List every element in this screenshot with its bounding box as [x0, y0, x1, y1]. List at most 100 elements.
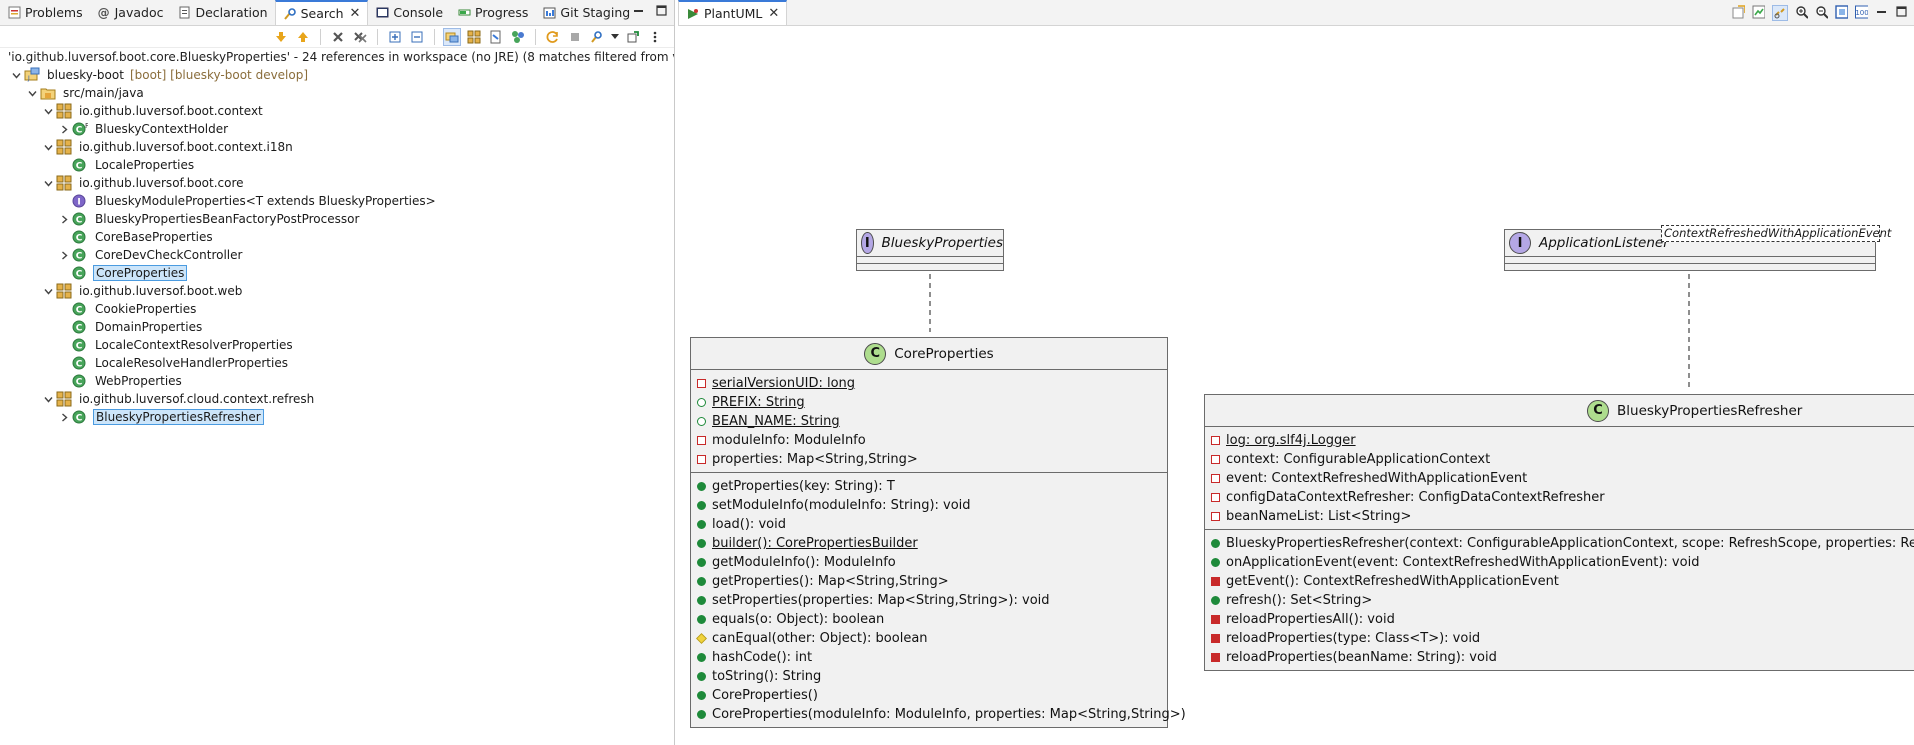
minimize-icon[interactable]	[632, 4, 645, 17]
tree-type-item[interactable]: C LocaleContextResolverProperties	[0, 336, 674, 354]
javadoc-icon: @	[97, 5, 110, 20]
chevron-down-icon[interactable]	[40, 282, 56, 300]
chevron-right-icon[interactable]	[56, 246, 72, 264]
member-text: PREFIX: String	[712, 395, 805, 410]
tree-item-label: io.github.luversof.boot.web	[79, 284, 243, 298]
tab-javadoc[interactable]: @ Javadoc	[90, 0, 171, 25]
right-tab-bar: PlantUML ✕ 100	[678, 0, 1914, 26]
uml-member: hashCode(): int	[691, 648, 1167, 667]
svg-text:I: I	[77, 198, 80, 208]
interface-name: BlueskyProperties	[881, 235, 1003, 251]
tab-progress[interactable]: Progress	[450, 0, 535, 25]
chevron-down-icon[interactable]	[40, 174, 56, 192]
zoom-in-icon[interactable]	[1795, 5, 1808, 19]
uml-interface-bluesky-properties[interactable]: I BlueskyProperties	[856, 229, 1004, 271]
tree-package[interactable]: io.github.luversof.boot.core	[0, 174, 674, 192]
previous-match-icon[interactable]	[294, 28, 312, 46]
tree-type-item[interactable]: C BlueskyPropertiesBeanFactoryPostProcess…	[0, 210, 674, 228]
svg-text:C: C	[76, 360, 83, 370]
collapse-all-icon[interactable]	[408, 28, 426, 46]
maximize-icon[interactable]	[1895, 5, 1908, 18]
member-text: serialVersionUID: long	[712, 376, 856, 391]
refresh-search-icon[interactable]	[544, 28, 562, 46]
chevron-right-icon[interactable]	[56, 120, 72, 138]
tree-package[interactable]: io.github.luversof.cloud.context.refresh	[0, 390, 674, 408]
chevron-down-icon[interactable]	[610, 28, 620, 46]
uml-member: canEqual(other: Object): boolean	[691, 629, 1167, 648]
next-match-icon[interactable]	[272, 28, 290, 46]
expand-all-icon[interactable]	[386, 28, 404, 46]
tree-package[interactable]: io.github.luversof.boot.web	[0, 282, 674, 300]
tree-type-item[interactable]: C DomainProperties	[0, 318, 674, 336]
uml-diagram-canvas[interactable]: I BlueskyProperties I ApplicationListene…	[678, 26, 1914, 745]
actual-size-icon[interactable]: 100	[1855, 5, 1868, 18]
tab-console[interactable]: Console	[368, 0, 450, 25]
tree-type-item[interactable]: CF BlueskyContextHolder	[0, 120, 674, 138]
member-text: CoreProperties(moduleInfo: ModuleInfo, p…	[712, 707, 1186, 722]
pin-icon[interactable]	[624, 28, 642, 46]
class-name: BlueskyPropertiesRefresher	[1617, 402, 1803, 419]
search-history-icon[interactable]	[588, 28, 606, 46]
search-toolbar	[0, 26, 674, 48]
chevron-down-icon[interactable]	[40, 102, 56, 120]
tree-type-item[interactable]: C WebProperties	[0, 372, 674, 390]
member-text: beanNameList: List<String>	[1226, 509, 1412, 524]
tree-type-item[interactable]: C LocaleResolveHandlerProperties	[0, 354, 674, 372]
chevron-right-icon[interactable]	[56, 210, 72, 228]
tree-project[interactable]: Jbluesky-boot [boot] [bluesky-boot develo…	[0, 66, 674, 84]
generic-parameter-box: ContextRefreshedWithApplicationEvent	[1661, 225, 1891, 242]
tab-plantuml[interactable]: PlantUML ✕	[678, 0, 788, 25]
tab-problems[interactable]: Problems	[0, 0, 90, 25]
maximize-icon[interactable]	[655, 4, 668, 17]
svg-text:C: C	[76, 252, 83, 262]
uml-class-bluesky-properties-refresher[interactable]: C BlueskyPropertiesRefresher log: org.sl…	[1204, 394, 1914, 671]
chevron-down-icon[interactable]	[40, 138, 56, 156]
tree-type-item[interactable]: C CoreDevCheckController	[0, 246, 674, 264]
search-results-tree: Jbluesky-boot [boot] [bluesky-boot develo…	[0, 66, 674, 426]
tree-type-item[interactable]: C CoreProperties	[0, 264, 674, 282]
uml-member: CoreProperties()	[691, 686, 1167, 705]
visibility-public-m-icon	[697, 482, 706, 491]
link-editor-icon[interactable]	[1772, 5, 1788, 21]
tree-type-item[interactable]: C CoreBaseProperties	[0, 228, 674, 246]
fit-to-view-icon[interactable]	[1835, 4, 1848, 19]
chevron-down-icon[interactable]	[8, 66, 24, 84]
tree-package[interactable]: io.github.luversof.boot.context	[0, 102, 674, 120]
copy-image-icon[interactable]	[1752, 5, 1765, 18]
uml-class-core-properties[interactable]: C CoreProperties serialVersionUID: long P…	[690, 337, 1186, 728]
member-text: reloadProperties(type: Class<T>): void	[1226, 631, 1481, 646]
remove-match-icon[interactable]	[329, 28, 347, 46]
tab-search[interactable]: Search ✕	[274, 0, 369, 25]
export-icon[interactable]	[1732, 4, 1745, 18]
close-icon[interactable]: ✕	[768, 6, 779, 21]
tree-type-item[interactable]: C LocaleProperties	[0, 156, 674, 174]
tab-declaration[interactable]: Declaration	[170, 0, 274, 25]
group-by-type-icon[interactable]	[509, 28, 527, 46]
svg-text:C: C	[76, 378, 83, 388]
tab-git-staging[interactable]: Git Staging	[535, 0, 637, 25]
zoom-out-icon[interactable]	[1815, 5, 1828, 19]
tree-type-item[interactable]: C CookieProperties	[0, 300, 674, 318]
tree-item-label: io.github.luversof.boot.context.i18n	[79, 140, 293, 154]
view-menu-icon[interactable]	[646, 28, 664, 46]
member-text: refresh(): Set<String>	[1226, 593, 1373, 608]
close-icon[interactable]: ✕	[350, 6, 361, 21]
tree-source-folder[interactable]: src/main/java	[0, 84, 674, 102]
package-icon	[56, 391, 72, 407]
cancel-search-icon[interactable]	[566, 28, 584, 46]
show-as-tree-icon[interactable]	[443, 27, 461, 46]
group-by-package-icon[interactable]	[465, 28, 483, 46]
tree-package[interactable]: io.github.luversof.boot.context.i18n	[0, 138, 674, 156]
chevron-right-icon[interactable]	[56, 408, 72, 426]
svg-text:C: C	[76, 270, 83, 280]
tree-item-label: BlueskyModuleProperties<T extends Bluesk…	[95, 194, 436, 208]
visibility-private-m-icon	[1211, 615, 1220, 624]
group-by-file-icon[interactable]	[487, 28, 505, 46]
tree-item-label: LocaleProperties	[95, 158, 195, 172]
tree-type-item[interactable]: I BlueskyModuleProperties<T extends Blues…	[0, 192, 674, 210]
chevron-down-icon[interactable]	[40, 390, 56, 408]
chevron-down-icon[interactable]	[24, 84, 40, 102]
minimize-icon[interactable]	[1875, 5, 1888, 18]
tree-type-item[interactable]: C BlueskyPropertiesRefresher	[0, 408, 674, 426]
remove-all-matches-icon[interactable]	[351, 28, 369, 46]
